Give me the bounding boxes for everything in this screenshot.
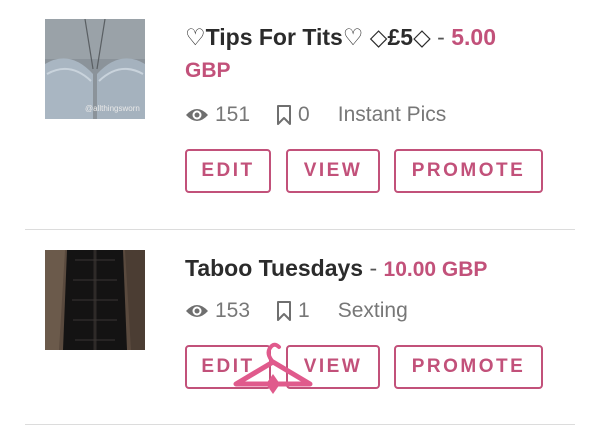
title-separator: -	[369, 255, 378, 281]
view-button[interactable]: VIEW	[286, 149, 380, 193]
listing-divider	[25, 424, 575, 425]
listing-price-currency: GBP	[185, 59, 231, 82]
listing-meta: 151 0 Instant Pics	[185, 100, 446, 130]
bookmark-icon	[276, 300, 292, 322]
view-button[interactable]: VIEW	[286, 345, 380, 389]
edit-button[interactable]: EDIT	[185, 345, 271, 389]
bookmark-count: 1	[298, 299, 310, 322]
watermark-text: @allthingsworn	[85, 104, 140, 113]
view-count: 153	[215, 299, 251, 322]
listing-item: @allthingsworn ♡Tips For Tits♡ ◇£5◇ - 5.…	[0, 0, 600, 230]
eye-icon	[185, 303, 209, 319]
promote-button[interactable]: PROMOTE	[394, 149, 543, 193]
listing-title[interactable]: ♡Tips For Tits♡ ◇£5◇	[185, 24, 431, 50]
listing-price-amount: 5.00	[451, 24, 496, 50]
edit-button[interactable]: EDIT	[185, 149, 271, 193]
eye-icon	[185, 107, 209, 123]
listing-price: 10.00 GBP	[383, 258, 488, 281]
listing-category: Sexting	[337, 299, 408, 322]
listing-title-line: ♡Tips For Tits♡ ◇£5◇ - 5.00 GBP	[185, 20, 555, 88]
listing-thumbnail[interactable]: @allthingsworn	[45, 19, 145, 119]
bookmark-icon	[276, 104, 292, 126]
view-count: 151	[215, 103, 251, 126]
listing-item: Taboo Tuesdays - 10.00 GBP 153 1 Sexting…	[0, 230, 600, 426]
listing-meta: 153 1 Sexting	[185, 296, 408, 326]
listing-title-line: Taboo Tuesdays - 10.00 GBP	[185, 251, 555, 287]
title-separator: -	[437, 24, 445, 50]
listing-title[interactable]: Taboo Tuesdays	[185, 255, 363, 281]
listing-category: Instant Pics	[337, 103, 447, 126]
listing-thumbnail[interactable]	[45, 250, 145, 350]
promote-button[interactable]: PROMOTE	[394, 345, 543, 389]
bookmark-count: 0	[298, 103, 310, 126]
